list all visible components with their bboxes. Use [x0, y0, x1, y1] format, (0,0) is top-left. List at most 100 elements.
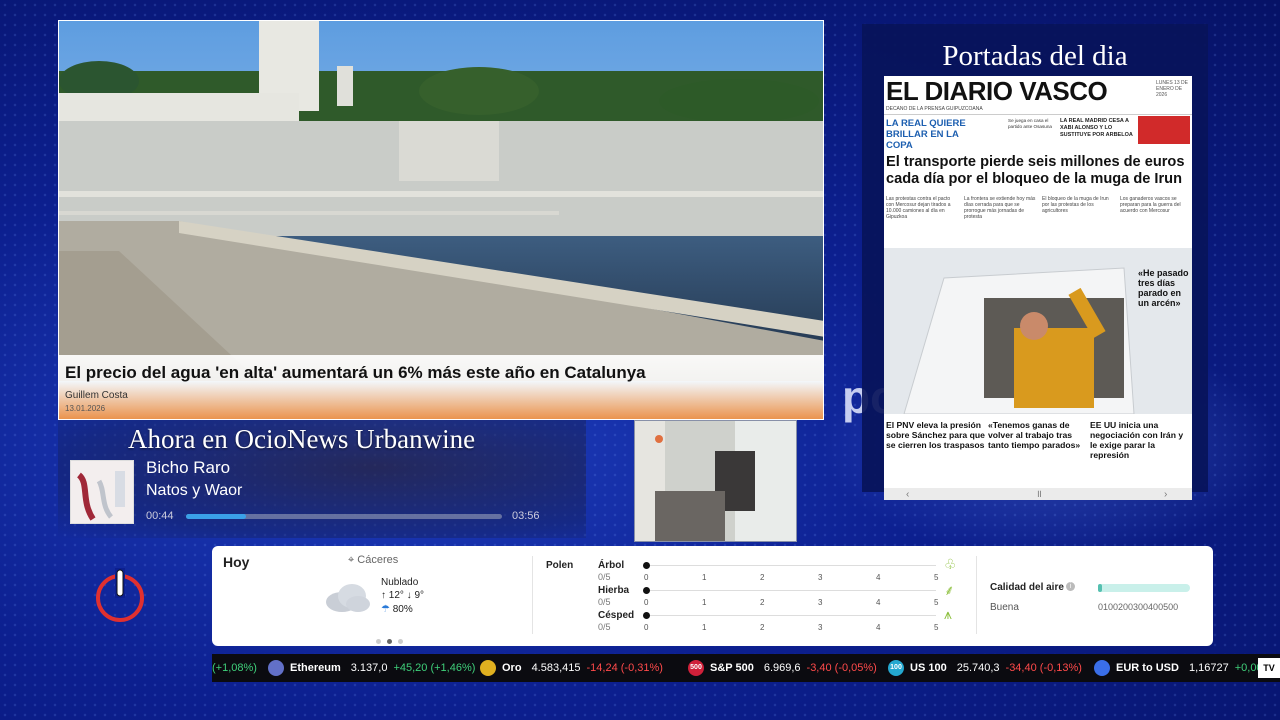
next-icon[interactable]: ›	[1164, 489, 1167, 500]
webcam-feed	[634, 420, 797, 542]
pollen-scale-tick: 3	[818, 623, 823, 632]
ethereum-icon	[268, 660, 284, 677]
album-cover	[70, 460, 134, 524]
news-author: Guillem Costa	[65, 390, 128, 401]
news-title[interactable]: El precio del agua 'en alta' aumentará u…	[65, 363, 646, 383]
newspaper-headline: El transporte pierde seis millones de eu…	[886, 154, 1185, 187]
pollen-scale-tick: 3	[818, 598, 823, 607]
pollen-scale-tick: 4	[876, 573, 881, 582]
pollen-scale-tick: 1	[702, 573, 707, 582]
ticker-name: US 100	[910, 662, 947, 674]
newspaper-cover[interactable]: EL DIARIO VASCO LUNES 13 DE ENERO DE 202…	[884, 76, 1192, 500]
news-card[interactable]: El precio del agua 'en alta' aumentará u…	[58, 20, 824, 420]
ticker-change: -34,40 (-0,13%)	[1005, 662, 1082, 674]
ticker-item[interactable]: 100 US 100 25.740,3 -34,40 (-0,13%)	[888, 654, 1082, 682]
pollen-name: Árbol	[598, 560, 625, 571]
ticker-item[interactable]: (+1,08%)	[212, 654, 257, 682]
ticker-name: S&P 500	[710, 662, 754, 674]
tradingview-logo[interactable]: TV	[1258, 658, 1280, 678]
pager-dot[interactable]	[398, 639, 403, 644]
pager-dot[interactable]	[376, 639, 381, 644]
pollen-scale-tick: 3	[818, 573, 823, 582]
power-icon[interactable]	[94, 564, 146, 624]
now-playing-widget: Ahora en OcioNews Urbanwine Bicho Raro N…	[58, 420, 586, 538]
ticker-name: Oro	[502, 662, 522, 674]
ticker-change: -14,24 (-0,31%)	[586, 662, 663, 674]
ticker-item[interactable]: Oro 4.583,415 -14,24 (-0,31%)	[480, 654, 663, 682]
pollen-scale-tick: 0	[644, 573, 649, 582]
news-date: 13.01.2026	[65, 404, 106, 413]
song-artist: Natos y Waor	[146, 482, 243, 499]
weather-today-label: Hoy	[223, 554, 250, 570]
progress-bar[interactable]	[186, 514, 502, 519]
weather-location: ⌖ Cáceres	[348, 554, 398, 567]
pollen-name: Césped	[598, 610, 635, 621]
webcam-image	[635, 421, 796, 541]
newspaper-bottom-story: «Tenemos ganas de volver al trabajo tras…	[988, 420, 1081, 450]
info-icon[interactable]: i	[1066, 582, 1075, 591]
pause-icon[interactable]: ॥	[1036, 486, 1042, 500]
pollen-label: Polen	[546, 560, 574, 571]
pollen-value: 0/5	[598, 622, 611, 632]
ticker-item[interactable]: 500 S&P 500 6.969,6 -3,40 (-0,05%)	[688, 654, 877, 682]
newspaper-bottom: El PNV eleva la presión sobre Sánchez pa…	[884, 416, 1192, 500]
pollen-scale-tick: 5	[934, 573, 939, 582]
rain-value: 80%	[392, 604, 413, 615]
newspaper-column: Los ganaderos vascos se preparan para la…	[1120, 196, 1181, 214]
air-quality-marker	[1098, 584, 1102, 592]
time-total: 03:56	[512, 510, 540, 522]
weather-widget: Hoy ⌖ Cáceres Nublado ↑ 12° ↓ 9° ☂ 80% P…	[212, 546, 1213, 646]
newspaper-band-main: LA REAL QUIERE BRILLAR EN LA COPA	[886, 118, 966, 151]
ticker-name: Ethereum	[290, 662, 341, 674]
ticker-value: 1,16727	[1188, 662, 1229, 674]
pager-dot[interactable]	[387, 639, 392, 644]
ticker-item[interactable]: EUR to USD 1,16727 +0,00 (	[1094, 654, 1269, 682]
weather-rain: ☂ 80%	[381, 604, 413, 615]
time-current: 00:44	[146, 510, 174, 522]
newspaper-bottom-story: El PNV eleva la presión sobre Sánchez pa…	[886, 420, 985, 450]
cloud-icon	[326, 584, 370, 612]
pollen-row: Césped 0/5 0 1 2 3 4 5 ⩚	[598, 606, 952, 634]
location-pin-icon: ⌖	[348, 554, 355, 566]
newspaper-date: LUNES 13 DE ENERO DE 2026	[1156, 80, 1188, 98]
ticker-value: 3.137,0	[350, 662, 388, 674]
market-ticker: (+1,08%) Ethereum 3.137,0 +45,20 (+1,46%) Or…	[212, 654, 1280, 682]
pollen-name: Hierba	[598, 585, 630, 596]
umbrella-icon: ☂	[381, 604, 390, 615]
prev-icon[interactable]: ‹	[906, 489, 909, 500]
ticker-item[interactable]: Ethereum 3.137,0 +45,20 (+1,46%)	[268, 654, 475, 682]
weather-location-name: Cáceres	[357, 554, 399, 566]
pollen-level-dot	[643, 587, 650, 594]
divider	[532, 556, 533, 634]
pollen-scale-tick: 1	[702, 623, 707, 632]
newspaper-column: La frontera se extiende hoy más días cer…	[964, 196, 1036, 220]
pollen-value: 0/5	[598, 597, 611, 607]
pollen-scale-tick: 2	[760, 598, 765, 607]
pollen-level-dot	[643, 612, 650, 619]
us100-icon: 100	[888, 660, 904, 677]
pollen-level-dot	[643, 562, 650, 569]
pollen-row: Hierba 0/5 0 1 2 3 4 5 ⸙	[598, 582, 955, 609]
portadas-title: Portadas del dia	[942, 40, 1128, 72]
pollen-row: Árbol 0/5 0 1 2 3 4 5 ♧	[598, 556, 957, 584]
lawn-icon: ⩚	[944, 606, 952, 622]
ticker-change: +45,20 (+1,46%)	[393, 662, 476, 674]
ticker-value: 4.583,415	[531, 662, 581, 674]
weather-condition: Nublado	[381, 577, 419, 588]
newspaper-band-small: Se juega en casa el partido ante Osasuna	[1008, 118, 1052, 129]
pollen-track	[646, 565, 936, 566]
news-caption: El precio del agua 'en alta' aumentará u…	[59, 355, 823, 419]
album-art-icon	[71, 461, 133, 523]
newspaper-column: Las protestas contra el pacto con Mercos…	[886, 196, 951, 220]
pollen-track	[646, 615, 936, 616]
newspaper-subtitle: DECANO DE LA PRENSA GUIPUZCOANA	[886, 106, 983, 112]
air-quality-bar	[1098, 584, 1190, 592]
pollen-scale-tick: 4	[876, 623, 881, 632]
sp500-icon: 500	[688, 660, 704, 677]
gold-icon	[480, 660, 496, 677]
radio-title: Ahora en OcioNews Urbanwine	[128, 424, 476, 454]
weather-pager[interactable]	[376, 631, 409, 649]
air-quality-label: Calidad del aire	[990, 582, 1064, 593]
pollen-scale-tick: 0	[644, 623, 649, 632]
portadas-panel: Portadas del dia EL DIARIO VASCO LUNES 1…	[862, 24, 1208, 500]
